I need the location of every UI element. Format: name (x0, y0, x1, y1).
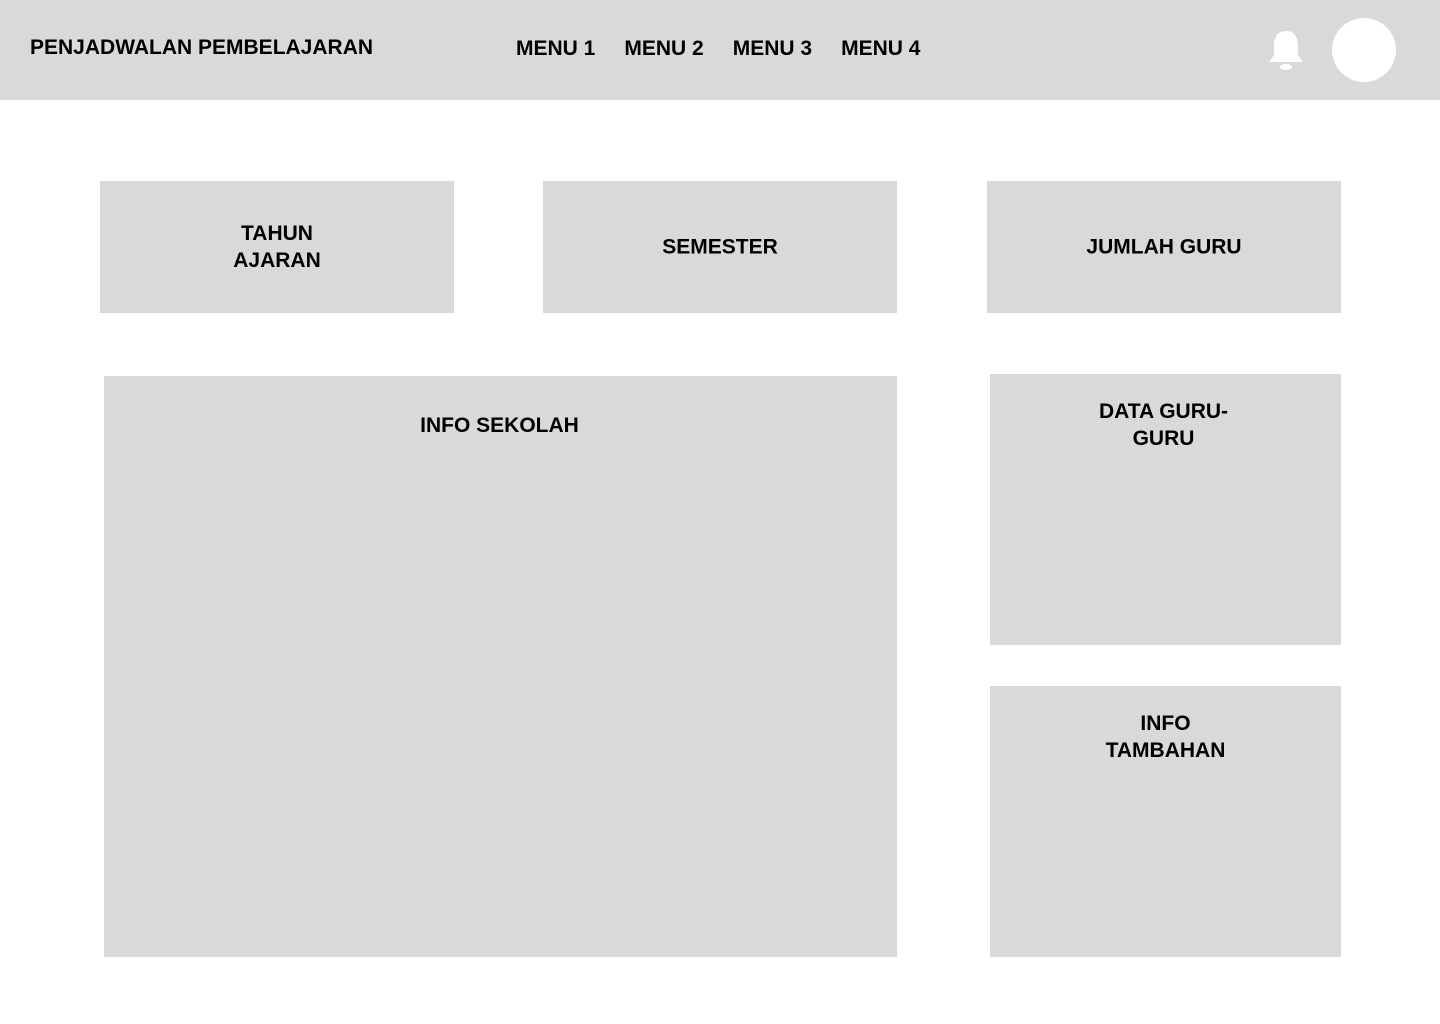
tahun-ajaran-label-line2: AJARAN (233, 249, 321, 272)
bell-icon[interactable] (1266, 28, 1306, 72)
jumlah-guru-label: JUMLAH GURU (1086, 235, 1242, 259)
bell-icon-graphic (1269, 31, 1303, 70)
menu-item-2[interactable]: MENU 2 (624, 37, 703, 61)
avatar[interactable] (1332, 18, 1396, 82)
semester-card[interactable]: SEMESTER (543, 181, 897, 313)
info-sekolah-title: INFO SEKOLAH (420, 414, 579, 437)
tahun-ajaran-label-line1: TAHUN (241, 222, 313, 245)
info-tambahan-panel: INFO TAMBAHAN (990, 686, 1341, 957)
menu-item-1[interactable]: MENU 1 (516, 37, 595, 61)
data-guru-title: DATA GURU- GURU (986, 398, 1341, 452)
info-sekolah-panel: INFO SEKOLAH (104, 376, 897, 957)
data-guru-title-line2: GURU (1132, 427, 1195, 450)
info-tambahan-title-line2: TAMBAHAN (1105, 739, 1226, 762)
main-menu: MENU 1 MENU 2 MENU 3 MENU 4 (516, 37, 920, 61)
info-tambahan-title-line1: INFO (1140, 712, 1191, 735)
menu-item-4[interactable]: MENU 4 (841, 37, 920, 61)
app-title: PENJADWALAN PEMBELAJARAN (30, 36, 374, 59)
menu-item-3[interactable]: MENU 3 (733, 37, 812, 61)
top-navbar: PENJADWALAN PEMBELAJARAN MENU 1 MENU 2 M… (0, 0, 1440, 100)
tahun-ajaran-card[interactable]: TAHUN AJARAN (100, 181, 454, 313)
semester-label: SEMESTER (662, 235, 778, 259)
data-guru-title-line1: DATA GURU- (1098, 400, 1229, 423)
jumlah-guru-card[interactable]: JUMLAH GURU (987, 181, 1341, 313)
data-guru-panel: DATA GURU- GURU (990, 374, 1341, 645)
info-tambahan-title: INFO TAMBAHAN (990, 710, 1341, 764)
tahun-ajaran-label: TAHUN AJARAN (100, 220, 454, 274)
